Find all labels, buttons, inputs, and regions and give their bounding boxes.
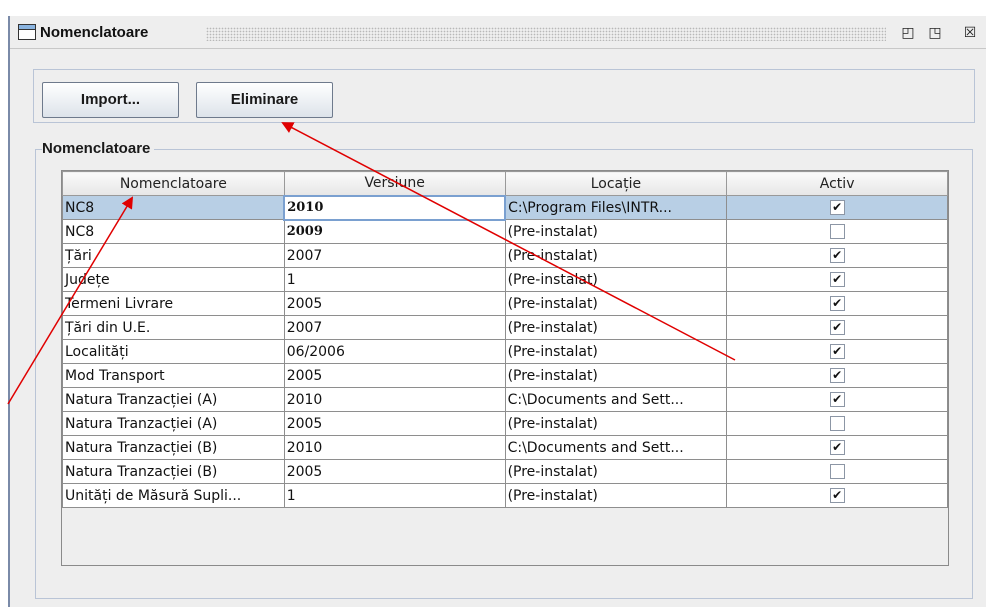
annotation-arrows — [7, 122, 736, 405]
arrow-to-eliminare — [281, 122, 736, 361]
arrow-to-nc8-row — [7, 196, 134, 405]
